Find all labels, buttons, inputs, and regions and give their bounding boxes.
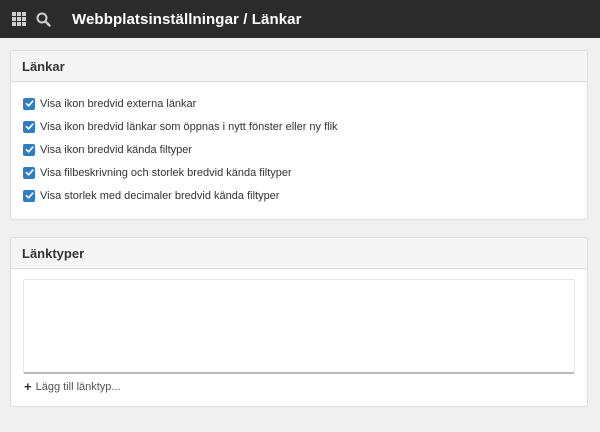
links-panel: Länkar Visa ikon bredvid externa länkar V… [10,50,588,220]
link-option-label: Visa ikon bredvid kända filtyper [40,143,193,156]
link-option-label: Visa ikon bredvid externa länkar [40,97,197,110]
checkbox[interactable] [23,120,35,133]
checkbox[interactable] [23,143,35,156]
search-icon[interactable] [34,10,52,28]
plus-icon: + [24,379,32,394]
link-option-row[interactable]: Visa ikon bredvid kända filtyper [23,138,575,161]
linktypes-list [23,279,575,374]
link-option-label: Visa ikon bredvid länkar som öppnas i ny… [40,120,338,133]
add-linktype-label: Lägg till länktyp... [35,380,121,393]
grid-icon[interactable] [10,10,28,28]
page-title: Webbplatsinställningar / Länkar [72,10,302,28]
add-linktype-link[interactable]: + Lägg till länktyp... [24,380,587,393]
top-bar: Webbplatsinställningar / Länkar [0,0,600,38]
checkbox[interactable] [23,166,35,179]
checkbox[interactable] [23,189,35,202]
linktypes-panel-title: Länktyper [11,238,587,269]
link-option-row[interactable]: Visa ikon bredvid länkar som öppnas i ny… [23,115,575,138]
link-option-row[interactable]: Visa ikon bredvid externa länkar [23,92,575,115]
link-option-row[interactable]: Visa filbeskrivning och storlek bredvid … [23,161,575,184]
link-option-label: Visa storlek med decimaler bredvid kända… [40,189,280,202]
linktypes-panel: Länktyper + Lägg till länktyp... [10,237,588,407]
link-option-row[interactable]: Visa storlek med decimaler bredvid kända… [23,184,575,207]
checkbox[interactable] [23,97,35,110]
links-panel-title: Länkar [11,51,587,82]
link-options-list: Visa ikon bredvid externa länkar Visa iko… [11,82,587,207]
link-option-label: Visa filbeskrivning och storlek bredvid … [40,166,292,179]
